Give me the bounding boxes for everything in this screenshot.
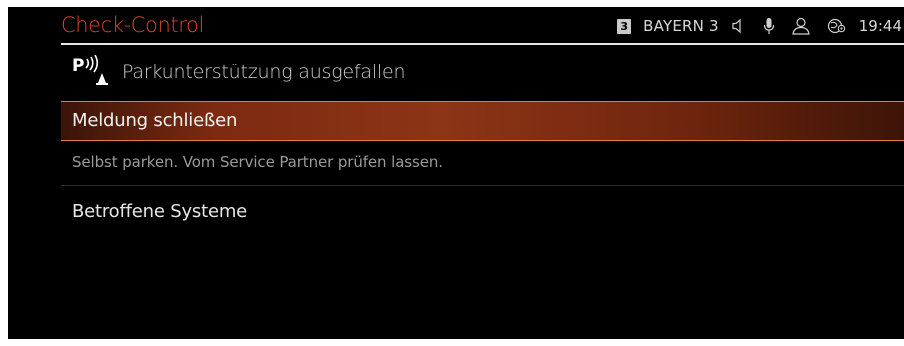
list-divider [61, 185, 904, 186]
speaker-icon [731, 18, 747, 34]
page-title: Check-Control [61, 13, 204, 37]
message-description: Selbst parken. Vom Service Partner prüfe… [72, 153, 443, 171]
affected-systems-item[interactable]: Betroffene Systeme [72, 201, 247, 222]
status-bar: Check-Control 3 BAYERN 3 19:44 [8, 7, 904, 43]
close-message-label: Meldung schließen [72, 110, 238, 131]
radio-preset-badge: 3 [617, 18, 632, 34]
clock: 19:44 [858, 17, 902, 35]
svg-text:P: P [72, 56, 84, 76]
idrive-screen: Check-Control 3 BAYERN 3 19:44 P Parkunt… [8, 7, 904, 339]
message-title: Parkunterstützung ausgefallen [122, 61, 406, 83]
radio-station-label[interactable]: BAYERN 3 [643, 17, 719, 35]
header-divider [61, 43, 904, 45]
connectivity-icon [827, 17, 847, 35]
message-header: P Parkunterstützung ausgefallen [72, 54, 406, 89]
profile-icon[interactable] [791, 16, 811, 36]
parking-sensor-icon: P [72, 54, 114, 89]
close-message-button[interactable]: Meldung schließen [61, 101, 904, 141]
microphone-icon [763, 17, 775, 35]
status-indicators: 3 BAYERN 3 19:44 [617, 15, 902, 37]
